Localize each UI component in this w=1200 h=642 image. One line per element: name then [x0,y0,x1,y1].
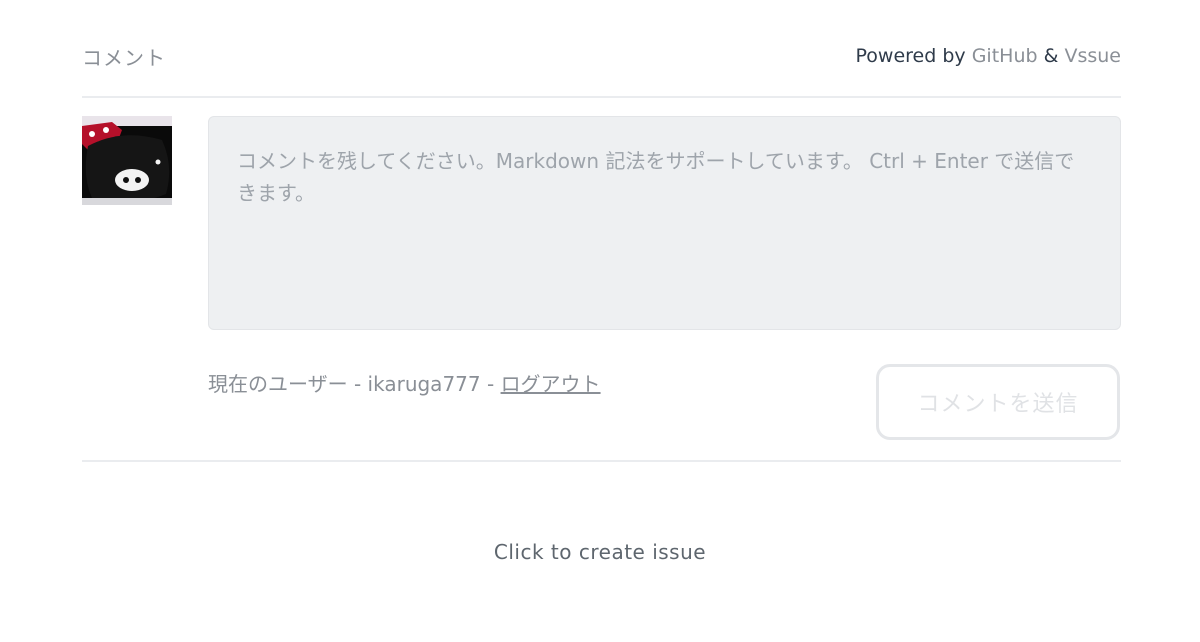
comments-title: コメント [82,45,166,70]
github-link[interactable]: GitHub [972,45,1038,67]
avatar-image-icon [82,116,172,205]
submit-comment-button[interactable]: コメントを送信 [876,364,1120,440]
current-user-line: 現在のユーザー - ikaruga777 - ログアウト [208,368,601,397]
header-divider [82,96,1121,98]
ampersand: & [1043,45,1059,67]
vssue-link[interactable]: Vssue [1064,45,1121,67]
powered-by-prefix: Powered by [855,45,966,67]
current-user-prefix: 現在のユーザー - [208,372,368,396]
comments-widget: コメント Powered by GitHub & Vssue 現在のユーザー -… [0,0,1200,642]
comments-header: コメント Powered by GitHub & Vssue [82,40,1121,72]
current-username: ikaruga777 [367,372,481,396]
create-issue-link[interactable]: Click to create issue [0,540,1200,564]
logout-link[interactable]: ログアウト [501,372,601,396]
user-avatar[interactable] [82,116,172,205]
user-separator: - [480,372,501,396]
footer-divider [82,460,1121,462]
comment-input[interactable] [208,116,1121,330]
powered-by: Powered by GitHub & Vssue [856,45,1121,67]
